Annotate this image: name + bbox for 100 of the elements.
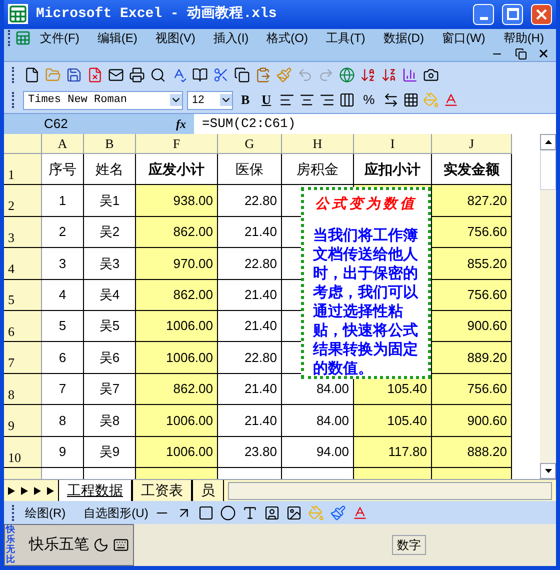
note-title: 公式变为数值 xyxy=(314,194,418,213)
column-header[interactable]: H xyxy=(282,134,354,154)
table-cell: 1006.00 xyxy=(136,436,218,468)
table-cell: 117.80 xyxy=(354,436,432,468)
row-header[interactable]: 2 xyxy=(4,185,42,216)
menu-item[interactable]: 工具(T) xyxy=(316,28,374,47)
column-heading: 姓名 xyxy=(84,154,136,184)
table-cell: 756.60 xyxy=(432,374,512,404)
table-cell: 1006.00 xyxy=(136,342,218,373)
menu-item[interactable]: 帮助(H) xyxy=(494,28,553,47)
save-icon[interactable] xyxy=(66,66,82,83)
vertical-scrollbar[interactable] xyxy=(540,134,556,480)
font-size-select[interactable]: 12 xyxy=(187,90,233,110)
decimal-icon[interactable] xyxy=(382,92,399,108)
table-cell: 756.60 xyxy=(432,216,512,248)
paste-icon[interactable] xyxy=(255,66,271,83)
table-cell: 105.40 xyxy=(354,405,432,436)
row-header[interactable]: 1 xyxy=(4,154,42,184)
dropdown-icon xyxy=(170,94,182,106)
excel-logo-icon xyxy=(8,4,28,24)
fill-color-icon[interactable] xyxy=(308,504,324,521)
name-box[interactable]: C62 xyxy=(4,114,124,134)
draw-menu[interactable]: 绘图(R) xyxy=(25,504,66,522)
close-icon[interactable] xyxy=(539,49,548,58)
sheet-tab[interactable]: 员 xyxy=(192,480,224,502)
scroll-up-icon[interactable] xyxy=(544,140,552,144)
table-cell: 756.60 xyxy=(432,280,512,310)
scroll-down-icon[interactable] xyxy=(544,469,552,474)
column-heading: 实发金额 xyxy=(432,154,512,184)
permission-icon[interactable] xyxy=(87,66,103,83)
row-header[interactable]: 4 xyxy=(4,248,42,279)
underline-button[interactable]: U xyxy=(258,90,276,110)
moon-icon[interactable] xyxy=(92,537,109,554)
ime-name[interactable]: 快乐五笔 xyxy=(24,534,93,556)
autoshapes-menu[interactable]: 自选图形(U) xyxy=(84,504,148,522)
row-header[interactable]: 9 xyxy=(4,405,42,436)
menu-item[interactable]: 编辑(E) xyxy=(88,28,146,47)
close-button[interactable] xyxy=(531,4,552,25)
column-header[interactable]: I xyxy=(354,134,432,154)
row-header[interactable]: 7 xyxy=(4,342,42,373)
font-color-icon[interactable] xyxy=(442,92,459,108)
line-color-icon[interactable] xyxy=(330,504,346,521)
merge-center-icon[interactable] xyxy=(339,92,356,108)
row-header[interactable]: 10 xyxy=(4,436,42,468)
table-cell: 888.20 xyxy=(432,436,512,468)
horizontal-scrollbar[interactable] xyxy=(228,482,552,500)
column-header[interactable]: B xyxy=(84,134,136,154)
maximize-button[interactable] xyxy=(502,4,523,25)
menu-item[interactable]: 窗口(W) xyxy=(432,28,494,47)
camera-icon[interactable] xyxy=(423,66,439,83)
row-header[interactable]: 5 xyxy=(4,280,42,310)
copy-icon[interactable] xyxy=(234,66,250,83)
sheet-tab[interactable]: 工程数据 xyxy=(58,480,132,502)
font-color-icon[interactable] xyxy=(352,504,368,521)
column-header[interactable]: A xyxy=(42,134,84,154)
font-select[interactable]: Times New Roman xyxy=(23,90,183,110)
cut-icon[interactable] xyxy=(213,66,229,83)
fill-color-icon[interactable] xyxy=(422,92,439,108)
menu-item[interactable]: 视图(V) xyxy=(146,28,204,47)
column-header[interactable]: G xyxy=(218,134,282,154)
chart-icon[interactable] xyxy=(402,66,418,83)
rectangle-icon[interactable] xyxy=(198,504,214,521)
insert-function-label[interactable]: fx xyxy=(176,114,186,133)
picture-icon[interactable] xyxy=(286,504,302,521)
table-cell: 889.20 xyxy=(432,342,512,373)
row-header[interactable]: 8 xyxy=(4,374,42,404)
row-header[interactable]: 3 xyxy=(4,216,42,248)
hyperlink-icon[interactable] xyxy=(339,66,355,83)
percent-button[interactable]: % xyxy=(359,90,379,110)
sheet-tab[interactable]: 工资表 xyxy=(132,480,192,502)
print-preview-icon[interactable] xyxy=(150,66,166,83)
table-cell: 970.00 xyxy=(136,248,218,279)
menu-item[interactable]: 插入(I) xyxy=(204,28,258,47)
print-icon[interactable] xyxy=(129,66,145,83)
column-header[interactable]: J xyxy=(432,134,512,154)
new-icon[interactable] xyxy=(24,66,40,83)
menu-item[interactable]: 数据(D) xyxy=(374,28,433,47)
borders-icon[interactable] xyxy=(402,92,419,108)
row-header[interactable]: 6 xyxy=(4,310,42,342)
sort-ascending-icon[interactable] xyxy=(360,66,376,83)
oval-icon[interactable] xyxy=(220,504,236,521)
menu-item[interactable]: 格式(O) xyxy=(258,28,317,47)
table-cell: 862.00 xyxy=(136,374,218,404)
bold-button[interactable]: B xyxy=(237,90,254,110)
research-icon[interactable] xyxy=(192,66,208,83)
column-header[interactable]: F xyxy=(136,134,218,154)
sort-descending-icon[interactable] xyxy=(381,66,397,83)
workbook-icon[interactable] xyxy=(15,30,31,46)
scroll-thumb[interactable] xyxy=(540,150,556,190)
text-box-icon[interactable] xyxy=(242,504,258,521)
keyboard-icon[interactable] xyxy=(112,537,129,554)
column-heading: 应扣小计 xyxy=(354,154,432,184)
table-cell: 862.00 xyxy=(136,216,218,248)
clip-art-icon[interactable] xyxy=(264,504,280,521)
mail-icon[interactable] xyxy=(108,66,124,83)
restore-icon[interactable] xyxy=(515,48,527,60)
minimize-button[interactable] xyxy=(473,4,494,25)
status-indicator: 数字 xyxy=(392,535,426,556)
menu-item[interactable]: 文件(F) xyxy=(31,28,88,47)
table-cell: 855.20 xyxy=(432,248,512,279)
